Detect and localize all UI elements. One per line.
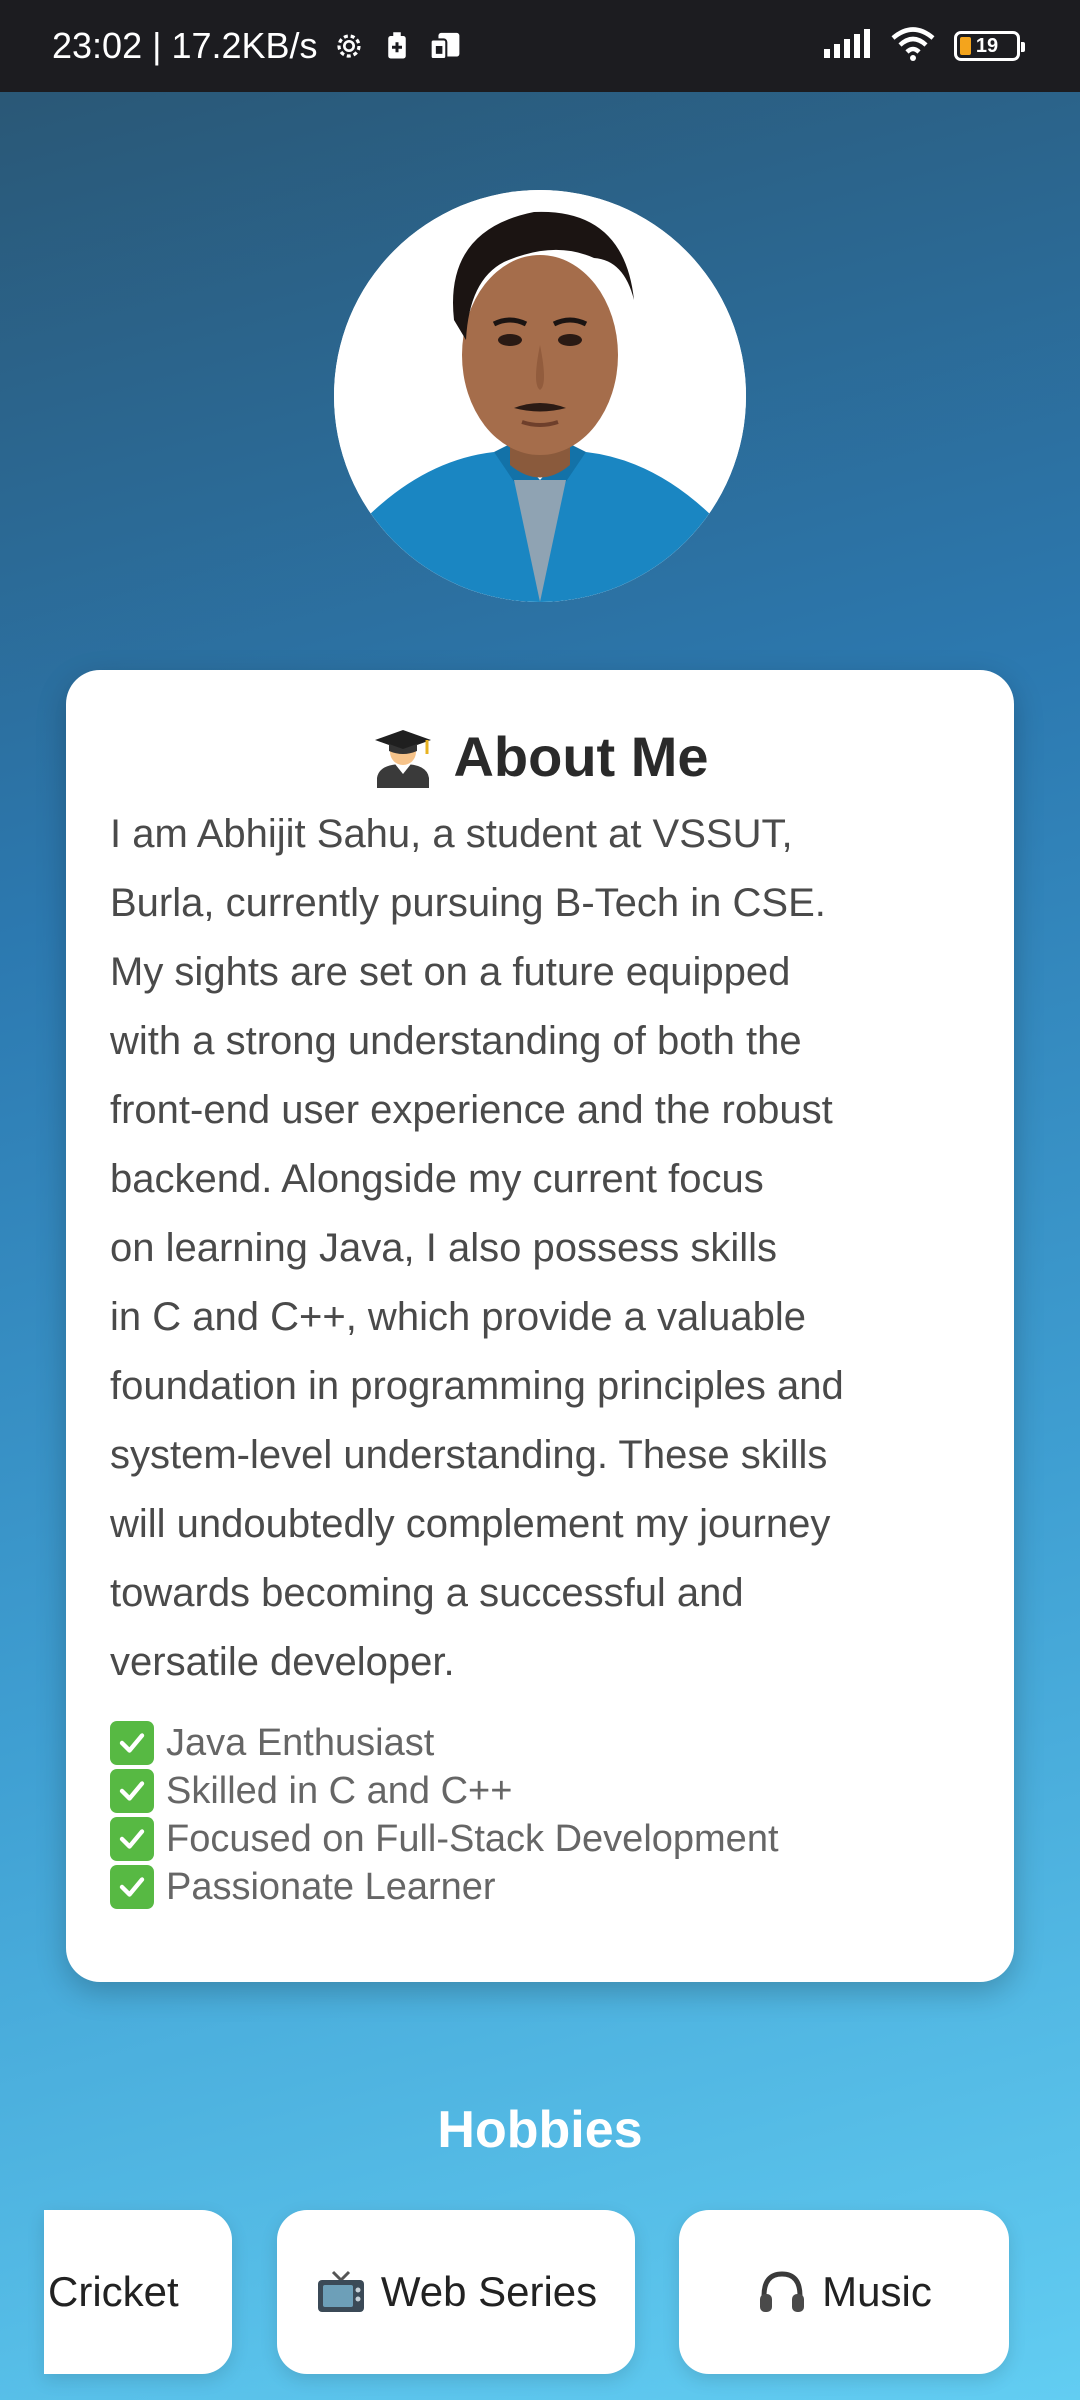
headphones-icon [756,2266,808,2318]
about-paragraph: I am Abhijit Sahu, a student at VSSUT, B… [110,812,844,1684]
settings-gear-icon [332,29,366,63]
about-card: About Me I am Abhijit Sahu, a student at… [66,670,1014,1982]
hobby-card-cricket[interactable]: Cricket [44,2210,232,2374]
profile-avatar [334,190,746,602]
skill-label: Skilled in C and C++ [166,1770,513,1812]
skill-label: Passionate Learner [166,1866,496,1908]
sim-card-icon [428,29,462,63]
hobby-card-web-series[interactable]: Web Series [277,2210,635,2374]
check-mark-icon [110,1865,154,1909]
status-bar: 23:02 | 17.2KB/s 19 [0,0,1080,92]
about-title: About Me [110,724,970,788]
hobby-card-music[interactable]: Music [679,2210,1009,2374]
graduate-icon [371,724,435,788]
battery-level: 19 [975,34,999,57]
wifi-icon [890,26,936,66]
battery-icon: 19 [954,31,1025,61]
skills-list: Java Enthusiast Skilled in C and C++ Foc… [110,1719,970,1911]
check-mark-icon [110,1721,154,1765]
skill-item: Passionate Learner [110,1863,970,1911]
about-title-text: About Me [453,724,709,788]
signal-icon [822,28,872,64]
skill-label: Focused on Full-Stack Development [166,1818,779,1860]
check-mark-icon [110,1769,154,1813]
skill-item: Skilled in C and C++ [110,1767,970,1815]
status-time-speed: 23:02 | 17.2KB/s [52,25,318,66]
skill-item: Java Enthusiast [110,1719,970,1767]
skill-label: Java Enthusiast [166,1722,435,1764]
hobby-label: Web Series [380,2268,598,2315]
tv-icon [315,2266,367,2318]
status-left: 23:02 | 17.2KB/s [52,25,462,67]
hobby-label: Cricket [48,2268,179,2315]
avatar-illustration [334,190,746,602]
hobby-label: Music [822,2268,932,2315]
battery-saver-icon [380,29,414,63]
status-right: 19 [822,26,1025,66]
hobbies-carousel[interactable]: Cricket Web Series Music [0,2210,1080,2374]
check-mark-icon [110,1817,154,1861]
hobbies-title: Hobbies [437,2101,643,2159]
skill-item: Focused on Full-Stack Development [110,1815,970,1863]
